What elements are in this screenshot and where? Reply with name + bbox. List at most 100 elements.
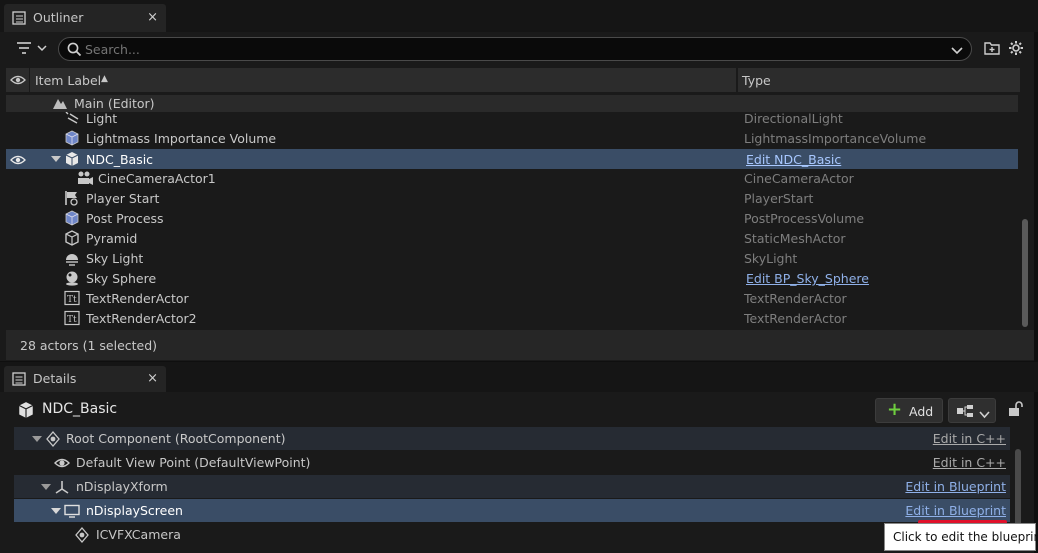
list-item-type: PostProcessVolume	[744, 211, 865, 226]
list-item-type: TextRenderActor	[744, 311, 847, 326]
screen-icon	[64, 503, 80, 519]
component-row-selected[interactable]: nDisplayScreen Edit in Blueprint	[14, 499, 1010, 522]
expand-arrow-icon[interactable]	[41, 484, 51, 490]
unlock-icon[interactable]	[1007, 401, 1023, 420]
column-type[interactable]: Type	[742, 73, 771, 88]
list-item-type: PlayerStart	[744, 191, 814, 206]
column-item-label[interactable]: Item Label	[35, 73, 101, 88]
list-item[interactable]: CineCameraActor1 CineCameraActor	[6, 168, 1018, 188]
list-item-type: DirectionalLight	[744, 112, 843, 126]
component-label: Root Component (RootComponent)	[66, 431, 286, 446]
visibility-eye-icon[interactable]	[10, 154, 26, 169]
xform-icon	[54, 479, 70, 495]
list-item-type: TextRenderActor	[744, 291, 847, 306]
directional-light-icon	[64, 112, 80, 126]
list-item[interactable]: Lightmass Importance Volume LightmassImp…	[6, 128, 1018, 148]
edit-bp-sky-sphere-link[interactable]: Edit BP_Sky_Sphere	[746, 271, 869, 286]
details-tab-icon	[12, 372, 26, 389]
tab-outliner[interactable]: Outliner ×	[4, 4, 166, 32]
chevron-down-icon	[979, 407, 990, 422]
list-item-type: SkyLight	[744, 251, 798, 266]
edit-in-blueprint-link[interactable]: Edit in Blueprint	[905, 503, 1006, 518]
details-scrollbar-thumb[interactable]	[1015, 449, 1021, 527]
column-divider	[29, 68, 30, 92]
tooltip-text: Click to edit the blueprint	[893, 530, 1038, 544]
blueprint-options-button[interactable]	[948, 398, 996, 423]
component-row[interactable]: Root Component (RootComponent) Edit in C…	[14, 427, 1010, 450]
sky-sphere-icon	[64, 270, 80, 286]
list-item[interactable]: Post Process PostProcessVolume	[6, 208, 1018, 228]
list-item-label: Sky Light	[86, 251, 144, 266]
close-icon[interactable]: ×	[147, 371, 158, 386]
camera-icon	[76, 170, 93, 186]
world-icon	[52, 95, 68, 111]
edit-in-cpp-link[interactable]: Edit in C++	[933, 455, 1006, 470]
list-item-label: Player Start	[86, 191, 160, 206]
svg-text:Tt: Tt	[67, 295, 77, 305]
add-plus-icon: +	[887, 399, 903, 420]
actor-name-title: NDC_Basic	[42, 401, 118, 417]
close-icon[interactable]: ×	[147, 10, 158, 25]
component-row[interactable]: nDisplayXform Edit in Blueprint	[14, 475, 1010, 498]
ndisplay-actor-icon	[17, 401, 35, 422]
edit-ndc-basic-link[interactable]: Edit NDC_Basic	[746, 152, 841, 167]
volume-icon	[64, 130, 80, 146]
sky-light-icon	[64, 250, 80, 266]
column-divider	[736, 68, 738, 92]
sort-ascending-icon[interactable]: ▲	[101, 74, 108, 84]
list-item[interactable]: Pyramid StaticMeshActor	[6, 228, 1018, 248]
list-item-type: CineCameraActor	[744, 171, 854, 186]
list-item-label: Main (Editor)	[74, 96, 155, 111]
search-input[interactable]	[85, 40, 945, 58]
player-start-icon	[64, 190, 80, 206]
scene-component-icon	[45, 431, 61, 447]
text-render-icon: Tt	[64, 290, 80, 306]
actor-count-status: 28 actors (1 selected)	[20, 338, 158, 353]
settings-gear-icon[interactable]	[1008, 40, 1024, 59]
list-item[interactable]: Tt TextRenderActor2 TextRenderActor	[6, 308, 1018, 328]
expand-arrow-icon[interactable]	[32, 436, 42, 442]
details-tab-title: Details	[33, 371, 77, 386]
edit-in-cpp-link[interactable]: Edit in C++	[933, 431, 1006, 446]
svg-text:Tt: Tt	[67, 315, 77, 325]
chevron-down-icon[interactable]	[951, 44, 963, 59]
static-mesh-icon	[64, 230, 80, 246]
component-hierarchy-icon	[956, 404, 974, 421]
list-item[interactable]: Sky Light SkyLight	[6, 248, 1018, 268]
icvfx-camera-icon	[74, 527, 90, 543]
list-item-selected[interactable]: NDC_Basic Edit NDC_Basic	[6, 149, 1018, 169]
ndisplay-actor-icon	[64, 151, 80, 167]
list-item[interactable]: Player Start PlayerStart	[6, 188, 1018, 208]
list-item[interactable]: Tt TextRenderActor TextRenderActor	[6, 288, 1018, 308]
filter-icon[interactable]	[16, 41, 50, 58]
list-item-label: Light	[86, 112, 118, 126]
list-item-label: Sky Sphere	[86, 271, 157, 286]
component-label: nDisplayScreen	[86, 503, 183, 518]
expand-arrow-icon[interactable]	[51, 508, 61, 514]
add-folder-icon[interactable]	[984, 41, 1000, 58]
search-box[interactable]	[58, 37, 972, 61]
volume-icon	[64, 210, 80, 226]
component-row[interactable]: Default View Point (DefaultViewPoint) Ed…	[14, 451, 1010, 474]
search-icon	[67, 42, 82, 60]
list-item-label: TextRenderActor	[86, 291, 189, 306]
add-component-button[interactable]: + Add	[875, 398, 943, 423]
visibility-column-eye-icon[interactable]	[10, 74, 26, 89]
outliner-scrollbar-thumb[interactable]	[1022, 219, 1028, 327]
expand-arrow-icon[interactable]	[51, 156, 61, 162]
component-row[interactable]: ICVFXCamera	[14, 523, 1010, 546]
list-item[interactable]: Light DirectionalLight	[6, 112, 1018, 128]
list-item-type: LightmassImportanceVolume	[744, 131, 927, 146]
component-label: Default View Point (DefaultViewPoint)	[76, 455, 311, 470]
add-button-label: Add	[909, 404, 934, 419]
list-item-world[interactable]: Main (Editor)	[6, 95, 1018, 112]
list-item[interactable]: Sky Sphere Edit BP_Sky_Sphere	[6, 268, 1018, 288]
list-item-label: Lightmass Importance Volume	[86, 131, 277, 146]
text-render-icon: Tt	[64, 310, 80, 326]
list-item-label: Pyramid	[86, 231, 138, 246]
list-item-label: CineCameraActor1	[98, 171, 216, 186]
tab-details[interactable]: Details ×	[4, 366, 166, 392]
edit-in-blueprint-link[interactable]: Edit in Blueprint	[905, 479, 1006, 494]
outliner-tab-title: Outliner	[33, 10, 84, 25]
tooltip: Click to edit the blueprint	[884, 523, 1038, 551]
